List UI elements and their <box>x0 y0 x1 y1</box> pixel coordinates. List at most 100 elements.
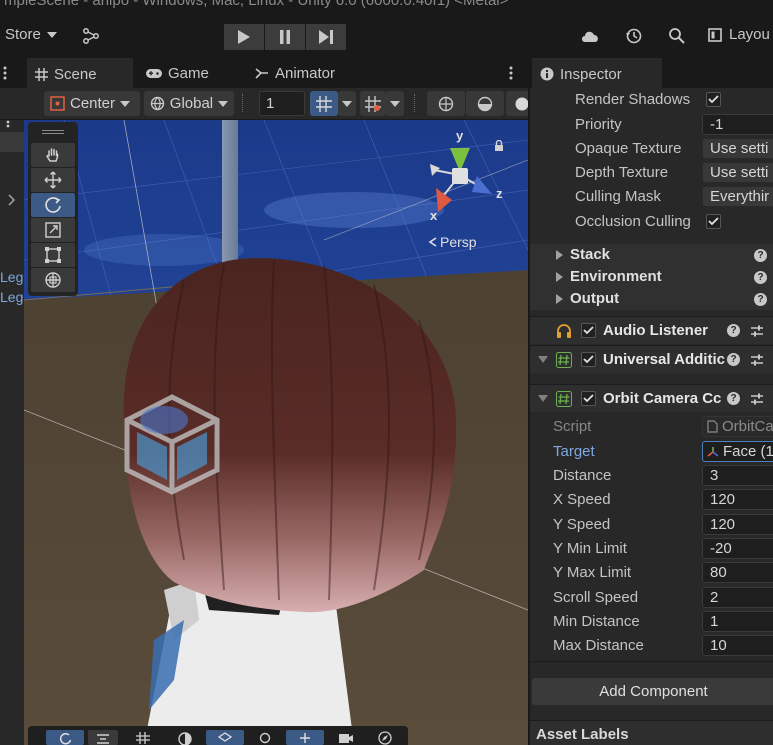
asset-labels-header[interactable]: Asset Labels <box>530 720 773 745</box>
overlay-layout-button[interactable] <box>88 730 118 745</box>
rotate-icon <box>59 733 72 745</box>
chevron-right-icon[interactable] <box>8 194 16 206</box>
tab-inspector[interactable]: Inspector <box>532 58 662 88</box>
section-output[interactable]: Output ? <box>530 288 773 310</box>
section-label: Environment <box>570 268 662 285</box>
branch-icon[interactable] <box>82 27 100 45</box>
settings-sliders-icon[interactable] <box>750 392 764 406</box>
space-label: Global <box>169 95 214 112</box>
scroll-speed-field[interactable]: 2 <box>702 587 773 608</box>
help-icon[interactable]: ? <box>727 353 740 366</box>
scene-tab-bar: Scene Game Animator <box>0 58 528 88</box>
universal-additional-checkbox[interactable] <box>581 352 596 367</box>
more-vertical-icon[interactable] <box>509 66 513 80</box>
rect-tool-button[interactable] <box>31 243 75 267</box>
settings-sliders-icon[interactable] <box>750 324 764 338</box>
list-item[interactable]: Leg <box>0 269 23 285</box>
check-icon <box>708 217 719 226</box>
overlay-compass-button[interactable] <box>370 730 400 745</box>
shaded-mode-button[interactable] <box>466 91 504 116</box>
tab-game[interactable]: Game <box>138 58 217 88</box>
grid-snap-button[interactable] <box>310 91 338 116</box>
scene-viewport[interactable]: y x z Persp <box>24 120 528 745</box>
pause-button[interactable] <box>265 24 305 50</box>
grid-y-icon <box>316 96 332 112</box>
overlay-view-button[interactable] <box>206 730 244 745</box>
audio-listener-checkbox[interactable] <box>581 323 596 338</box>
rotate-tool-button[interactable] <box>31 193 75 217</box>
play-button[interactable] <box>224 24 264 50</box>
occlusion-culling-checkbox[interactable] <box>706 214 721 229</box>
prop-label: Priority <box>575 116 622 133</box>
increment-snap-dropdown[interactable] <box>386 91 404 116</box>
grid-size-value: 1 <box>266 95 275 112</box>
help-icon[interactable]: ? <box>727 324 740 337</box>
increment-snap-button[interactable] <box>360 91 386 116</box>
step-button[interactable] <box>306 24 346 50</box>
globe-icon <box>150 96 165 111</box>
distance-field[interactable]: 3 <box>702 465 773 486</box>
history-icon[interactable] <box>625 27 643 45</box>
help-icon[interactable]: ? <box>754 249 767 262</box>
depth-texture-dropdown[interactable]: Use setti <box>702 162 773 183</box>
overlay-camera-button[interactable] <box>330 730 360 745</box>
cloud-icon[interactable] <box>580 29 600 43</box>
component-orbit-camera[interactable]: Orbit Camera Cc ? <box>530 384 773 412</box>
x-speed-field[interactable]: 120 <box>702 489 773 510</box>
compass-icon <box>378 731 392 745</box>
help-icon[interactable]: ? <box>754 293 767 306</box>
orientation-gizmo[interactable]: y x z <box>422 128 512 240</box>
help-icon[interactable]: ? <box>727 392 740 405</box>
layout-dropdown[interactable]: Layou <box>708 26 770 43</box>
lock-icon[interactable] <box>494 140 504 151</box>
settings-sliders-icon[interactable] <box>750 353 764 367</box>
check-icon <box>708 95 719 104</box>
orbit-camera-checkbox[interactable] <box>581 391 596 406</box>
overlay-search-button[interactable] <box>250 730 280 745</box>
component-universal-additional[interactable]: Universal Additic ? <box>530 345 773 373</box>
scale-tool-button[interactable] <box>31 218 75 242</box>
overlay-gizmo-button[interactable] <box>286 730 324 745</box>
culling-mask-dropdown[interactable]: Everythir <box>702 186 773 207</box>
hierarchy-selected-row[interactable] <box>0 132 24 152</box>
add-component-button[interactable]: Add Component <box>532 678 773 705</box>
help-icon[interactable]: ? <box>754 271 767 284</box>
prop-label: Script <box>553 418 592 435</box>
list-item[interactable]: Leg <box>0 289 23 305</box>
transform-tool-button[interactable] <box>31 268 75 292</box>
grid-snap-dropdown[interactable] <box>338 91 356 116</box>
min-distance-field[interactable]: 1 <box>702 611 773 632</box>
search-icon[interactable] <box>668 27 686 45</box>
store-dropdown[interactable]: Store <box>5 26 57 43</box>
pivot-dropdown[interactable]: Center <box>44 91 140 116</box>
overlay-grid-button[interactable] <box>128 730 158 745</box>
wireframe-sphere-icon <box>438 96 454 112</box>
opaque-texture-dropdown[interactable]: Use setti <box>702 138 773 159</box>
section-stack[interactable]: Stack ? <box>530 244 773 266</box>
move-tool-button[interactable] <box>31 168 75 192</box>
projection-toggle[interactable]: Persp <box>428 234 477 250</box>
prop-label: Culling Mask <box>575 188 661 205</box>
tab-scene[interactable]: Scene <box>27 58 133 88</box>
grid-size-field[interactable]: 1 <box>259 91 305 116</box>
hand-tool-button[interactable] <box>31 143 75 167</box>
lit-mode-button[interactable] <box>506 91 528 116</box>
tab-animator[interactable]: Animator <box>247 58 343 88</box>
prop-occlusion-culling: Occlusion Culling <box>530 210 773 234</box>
y-max-limit-field[interactable]: 80 <box>702 562 773 583</box>
priority-field[interactable]: -1 <box>702 114 773 135</box>
overlay-shading-button[interactable] <box>170 730 200 745</box>
space-dropdown[interactable]: Global <box>144 91 234 116</box>
y-min-limit-field[interactable]: -20 <box>702 538 773 559</box>
overlay-rotate-button[interactable] <box>46 730 84 745</box>
transform-icon <box>45 272 61 288</box>
target-field[interactable]: Face (1 <box>702 441 773 462</box>
draw-mode-button[interactable] <box>427 91 465 116</box>
more-vertical-icon[interactable] <box>3 66 7 80</box>
info-icon <box>540 67 554 81</box>
y-speed-field[interactable]: 120 <box>702 514 773 535</box>
section-environment[interactable]: Environment ? <box>530 266 773 288</box>
max-distance-field[interactable]: 10 <box>702 635 773 656</box>
component-audio-listener[interactable]: Audio Listener ? <box>530 316 773 344</box>
render-shadows-checkbox[interactable] <box>706 92 721 107</box>
